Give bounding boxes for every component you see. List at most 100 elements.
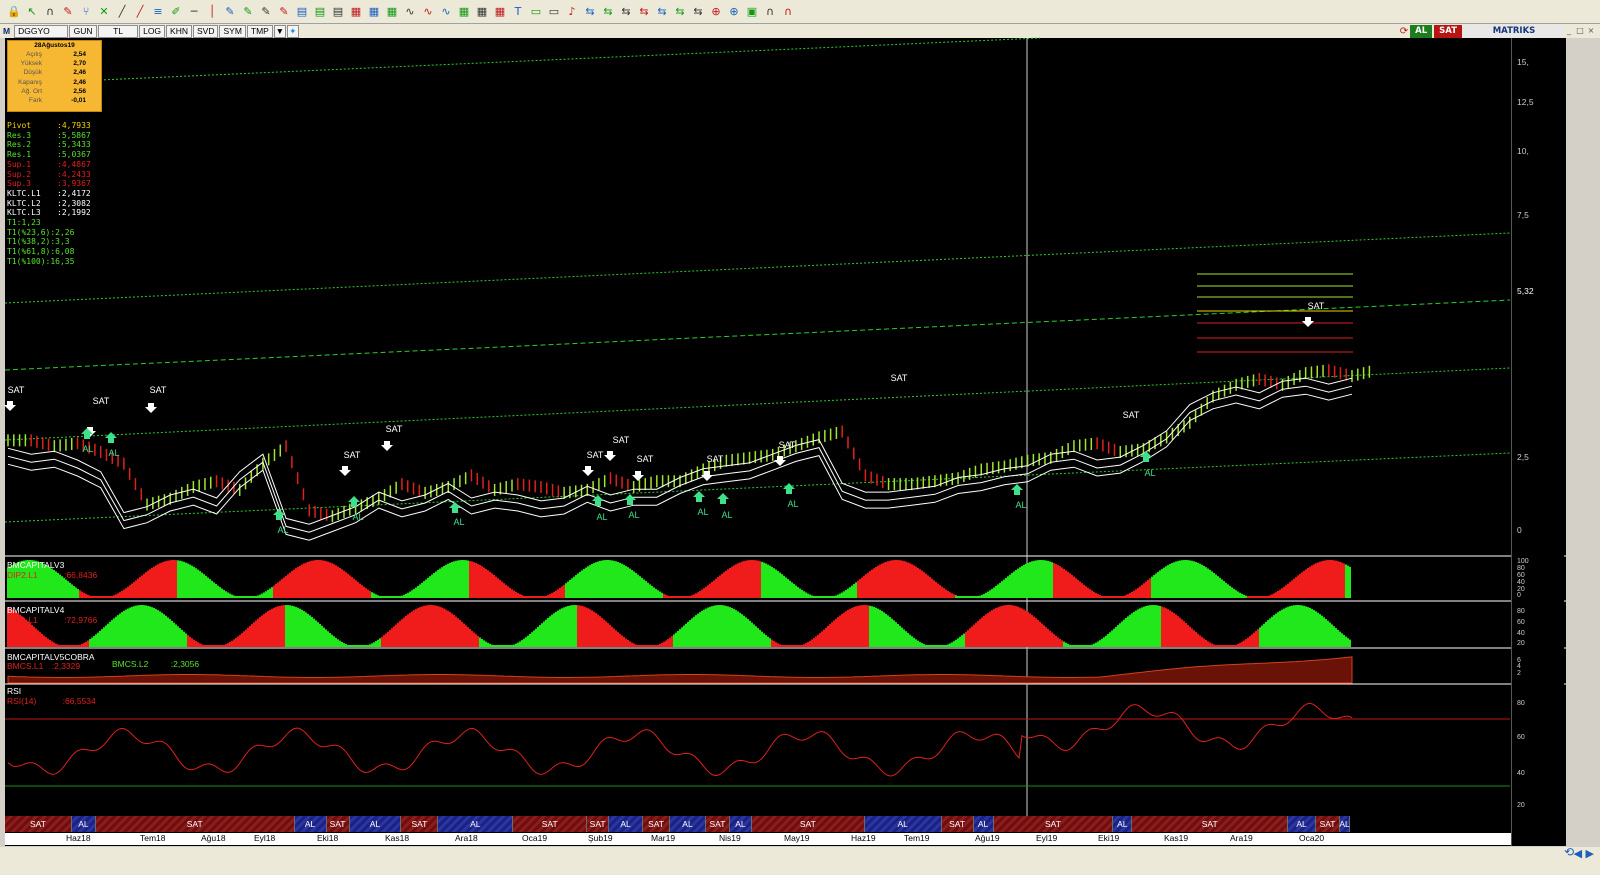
fork-icon[interactable]: ⑂: [78, 4, 94, 20]
brand-label: MATRIKS: [1464, 24, 1564, 38]
pivot-row: KLTC.L1:2,4172: [7, 189, 91, 199]
channel-icon[interactable]: ▤: [330, 4, 346, 20]
signal-segment[interactable]: AL: [973, 816, 994, 832]
dropdown-icon[interactable]: ▼: [273, 24, 286, 38]
fib-icon[interactable]: ▦: [348, 4, 364, 20]
arrow-icon[interactable]: ⇆: [582, 4, 598, 20]
signal-segment[interactable]: SAT: [95, 816, 295, 832]
pen-icon[interactable]: ✎: [240, 4, 256, 20]
signal-segment[interactable]: AL: [1288, 816, 1317, 832]
magnet-icon[interactable]: ∩: [762, 4, 778, 20]
maximize-icon[interactable]: □: [1575, 25, 1585, 36]
info-label: Kapanış: [18, 78, 42, 86]
vline-icon[interactable]: │: [204, 4, 220, 20]
image-icon[interactable]: ▣: [744, 4, 760, 20]
note-icon[interactable]: ▭: [546, 4, 562, 20]
signal-segment[interactable]: SAT: [705, 816, 730, 832]
signal-segment[interactable]: AL: [729, 816, 752, 832]
close-icon[interactable]: ×: [1586, 25, 1596, 36]
sync-icon[interactable]: ⟲: [1564, 845, 1574, 859]
pivot-row: Res.2:5,3433: [7, 140, 91, 150]
sym-button[interactable]: SYM: [219, 24, 246, 38]
pen-icon[interactable]: ✎: [276, 4, 292, 20]
panel-axis-label: 60: [1517, 572, 1525, 579]
signal-segment[interactable]: AL: [294, 816, 327, 832]
signal-segment[interactable]: SAT: [993, 816, 1114, 832]
ohlc-info-box: 28Ağustos19 Açılış 2,54 Yüksek 2,70 Düşük 2,4…: [7, 40, 102, 112]
al-button[interactable]: AL: [1410, 24, 1433, 38]
zoom-icon[interactable]: ⊕: [726, 4, 742, 20]
lines-icon[interactable]: ≡: [150, 4, 166, 20]
cross-icon[interactable]: ✕: [96, 4, 112, 20]
fib-icon[interactable]: ▦: [366, 4, 382, 20]
arrow-icon[interactable]: ⇆: [600, 4, 616, 20]
pivot-row: KLTC.L3:2,1992: [7, 208, 91, 218]
channel-icon[interactable]: ▤: [294, 4, 310, 20]
arrow-icon[interactable]: ⇆: [672, 4, 688, 20]
cursor-icon[interactable]: ↖: [24, 4, 40, 20]
sat-button[interactable]: SAT: [1434, 24, 1462, 38]
signal-segment[interactable]: SAT: [587, 816, 610, 832]
channel-icon[interactable]: ▤: [312, 4, 328, 20]
arrow-icon[interactable]: ⇆: [618, 4, 634, 20]
signal-segment[interactable]: SAT: [326, 816, 350, 832]
period-button[interactable]: GUN: [69, 24, 98, 38]
signal-segment[interactable]: AL: [609, 816, 644, 832]
chart-area[interactable]: [5, 38, 1566, 846]
signal-segment[interactable]: SAT: [941, 816, 974, 832]
currency-button[interactable]: TL: [98, 24, 139, 38]
signal-segment[interactable]: SAT: [5, 816, 72, 832]
bell-icon[interactable]: ♪: [564, 4, 580, 20]
arrow-icon[interactable]: ⇆: [654, 4, 670, 20]
wave-icon[interactable]: ∿: [402, 4, 418, 20]
arrow-icon[interactable]: ⇆: [636, 4, 652, 20]
svd-button[interactable]: SVD: [193, 24, 219, 38]
symbol-field[interactable]: DGGYO: [14, 24, 69, 38]
pivot-row: T1(%61,8):6,08: [7, 247, 91, 257]
note-icon[interactable]: ▭: [528, 4, 544, 20]
signal-segment[interactable]: AL: [1339, 816, 1351, 832]
lock-icon[interactable]: 🔒: [6, 4, 22, 20]
signal-segment[interactable]: SAT: [1132, 816, 1289, 832]
signal-segment[interactable]: SAT: [513, 816, 588, 832]
info-row: Açılış 2,54: [8, 50, 101, 59]
arrow-icon[interactable]: ⇆: [690, 4, 706, 20]
bird-icon[interactable]: ✦: [286, 24, 299, 38]
tmp-button[interactable]: TMP: [246, 24, 273, 38]
signal-segment[interactable]: AL: [438, 816, 514, 832]
nav-arrows-icon[interactable]: ◀ ▶: [1574, 847, 1594, 860]
signal-segment[interactable]: AL: [1113, 816, 1133, 832]
signal-segment[interactable]: AL: [864, 816, 942, 832]
ruler-icon[interactable]: ╱: [132, 4, 148, 20]
text-icon[interactable]: T: [510, 4, 526, 20]
signal-segment[interactable]: AL: [349, 816, 402, 832]
fib-icon[interactable]: ▦: [384, 4, 400, 20]
wave-icon[interactable]: ∿: [420, 4, 436, 20]
menu-button[interactable]: M: [0, 25, 13, 38]
log-button[interactable]: LOG: [139, 24, 166, 38]
pencil-icon[interactable]: ✎: [60, 4, 76, 20]
hline-icon[interactable]: ─: [186, 4, 202, 20]
signal-segment[interactable]: SAT: [1316, 816, 1341, 832]
refresh-icon[interactable]: ⟳: [1400, 26, 1408, 37]
signal-segment[interactable]: AL: [71, 816, 96, 832]
magnet-icon[interactable]: ∩: [42, 4, 58, 20]
signal-segment[interactable]: AL: [670, 816, 706, 832]
wave-icon[interactable]: ∿: [438, 4, 454, 20]
signal-segment[interactable]: SAT: [401, 816, 439, 832]
pen-icon[interactable]: ✎: [222, 4, 238, 20]
ruler-icon[interactable]: ╱: [114, 4, 130, 20]
magnet-icon[interactable]: ∩: [780, 4, 796, 20]
zoom-icon[interactable]: ⊕: [708, 4, 724, 20]
khn-button[interactable]: KHN: [166, 24, 192, 38]
brush-icon[interactable]: ✐: [168, 4, 184, 20]
panel2-title: BMCAPITALV4: [7, 605, 65, 615]
grid-icon[interactable]: ▦: [456, 4, 472, 20]
signal-segment[interactable]: SAT: [643, 816, 671, 832]
grid-icon[interactable]: ▦: [474, 4, 490, 20]
pen-icon[interactable]: ✎: [258, 4, 274, 20]
grid-icon[interactable]: ▦: [492, 4, 508, 20]
minimize-icon[interactable]: _: [1564, 25, 1574, 36]
signal-segment[interactable]: SAT: [751, 816, 865, 832]
panel-axis-label: 60: [1517, 619, 1525, 626]
